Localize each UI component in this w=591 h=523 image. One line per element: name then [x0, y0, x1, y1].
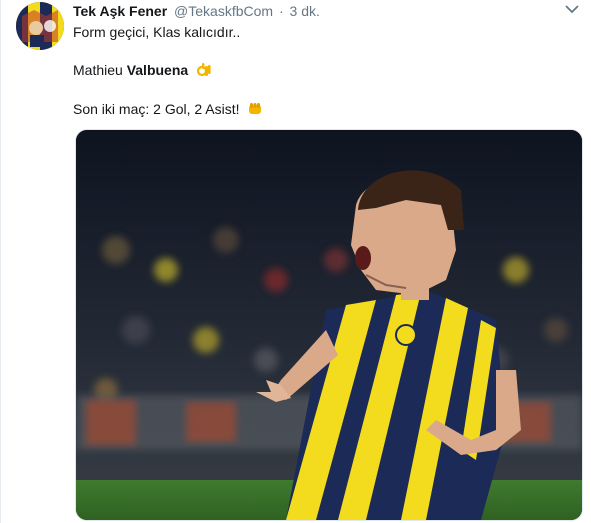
ok-hand-emoji-icon — [196, 63, 211, 77]
timestamp[interactable]: 3 dk. — [290, 3, 320, 19]
tweet[interactable]: Tek Aşk Fener @TekaskfbCom · 3 dk. Form … — [0, 0, 591, 523]
timeline-divider — [0, 0, 1, 523]
chevron-down-icon[interactable] — [565, 4, 579, 14]
tweet-header: Tek Aşk Fener @TekaskfbCom · 3 dk. — [73, 2, 320, 20]
tweet-text-line-3: Son iki maç: 2 Gol, 2 Asist! — [73, 100, 263, 118]
player-celebration-photo — [76, 130, 582, 520]
display-name[interactable]: Tek Aşk Fener — [73, 3, 167, 19]
separator-dot: · — [278, 3, 284, 19]
oncoming-fist-emoji-icon — [249, 103, 262, 114]
avatar[interactable] — [16, 2, 64, 50]
tweet-text-line-1: Form geçici, Klas kalıcıdır.. — [73, 24, 241, 40]
user-handle[interactable]: @TekaskfbCom — [174, 3, 273, 19]
stats-text: Son iki maç: 2 Gol, 2 Asist! — [73, 101, 240, 117]
player-first-name: Mathieu — [73, 62, 127, 78]
player-surname: Valbuena — [126, 62, 189, 78]
tweet-photo[interactable] — [75, 129, 583, 521]
avatar-image — [16, 2, 64, 50]
tweet-text-line-2: Mathieu Valbuena — [73, 61, 212, 79]
